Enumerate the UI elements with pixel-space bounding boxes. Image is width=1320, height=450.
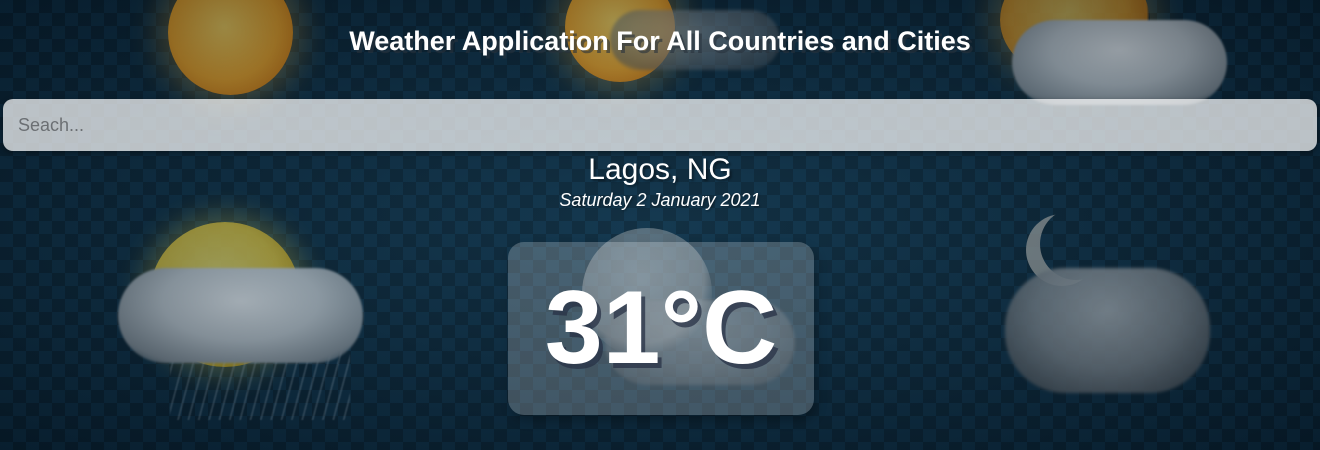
weather-app: Weather Application For All Countries an… <box>0 0 1320 450</box>
moon-cloud-icon <box>1005 268 1210 393</box>
rain-icon <box>170 330 350 420</box>
temperature-card: 31°C <box>508 242 814 415</box>
sun-cloud-rain-icon <box>118 268 363 363</box>
temperature-value: 31°C <box>544 270 778 386</box>
page-title: Weather Application For All Countries an… <box>349 26 971 56</box>
current-date: Saturday 2 January 2021 <box>559 190 761 210</box>
moon-icon <box>1040 208 1112 280</box>
sun-cloud-rain-sun-icon <box>150 222 300 367</box>
search-input[interactable] <box>3 99 1317 151</box>
location-name: Lagos, NG <box>588 153 732 186</box>
